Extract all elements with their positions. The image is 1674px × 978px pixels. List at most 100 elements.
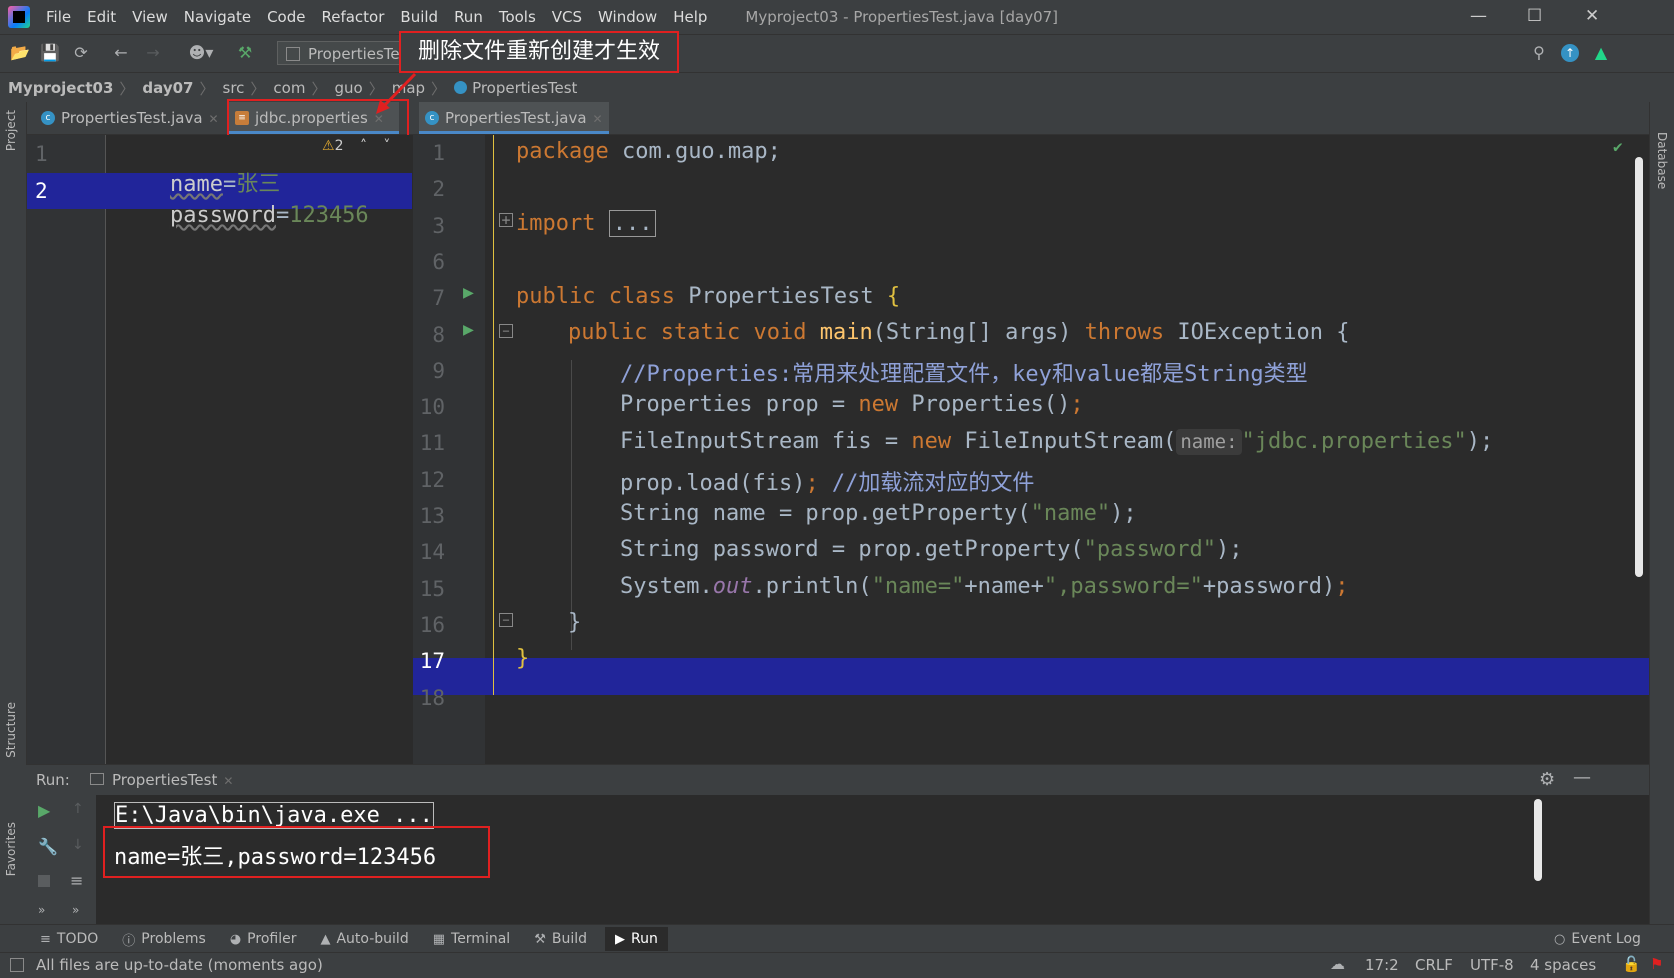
terminal-icon: ▦ [432,931,446,947]
stop-icon[interactable] [38,875,50,887]
file-encoding[interactable]: UTF-8 [1470,956,1514,974]
update-icon[interactable]: ↑ [1561,44,1579,62]
run-configuration-select[interactable]: PropertiesTest [277,41,405,65]
run-tab-close-icon[interactable]: ✕ [223,774,233,788]
tab-profiler[interactable]: ◕ Profiler [230,931,297,947]
scroll-down-icon[interactable]: ↓ [72,837,84,853]
inspection-ok-icon[interactable]: ✔ [1613,137,1623,156]
menu-view[interactable]: View [132,8,168,26]
menu-tools[interactable]: Tools [499,8,536,26]
tab-close-icon[interactable]: ✕ [209,112,219,126]
prev-highlight-icon[interactable]: ˄ [360,138,367,154]
property-line-password: password=123456 [117,178,369,253]
breadcrumb-module[interactable]: day07 [134,79,199,97]
menu-vcs[interactable]: VCS [552,8,582,26]
database-tool-button[interactable]: Database [1655,132,1669,189]
menu-help[interactable]: Help [673,8,707,26]
fold-icon[interactable]: + [499,213,513,228]
fold-icon[interactable]: − [499,324,513,338]
maximize-icon[interactable]: ☐ [1527,6,1542,26]
indent-setting[interactable]: 4 spaces [1530,956,1596,974]
project-tool-button[interactable]: Project [4,110,18,151]
java-editor[interactable]: 1 2 3 6 7 8 9 10 11 12 13 14 15 16 17 18 ▶ ▶ + − − pack… [413,135,1649,764]
save-icon[interactable]: 💾 [40,44,60,62]
minimize-icon[interactable]: — [1470,6,1487,26]
method-name: main [819,320,873,345]
tab-todo[interactable]: ≡ TODO [40,931,98,947]
search-everywhere-icon[interactable]: ⚲ [1530,44,1548,62]
line-separator[interactable]: CRLF [1415,956,1453,974]
menu-window[interactable]: Window [598,8,657,26]
keyword: throws [1084,320,1165,345]
breadcrumb-class[interactable]: PropertiesTest [446,79,583,97]
menu-file[interactable]: File [46,8,71,26]
forward-arrow-icon[interactable]: → [144,44,162,62]
fold-icon[interactable]: − [499,613,513,627]
run-tab[interactable]: PropertiesTest ✕ [90,771,233,789]
inspector-icon[interactable]: ⚑ [1650,955,1663,973]
scroll-up-icon[interactable]: ↑ [72,801,84,817]
code-text: com.guo.map; [608,139,781,164]
folded-imports[interactable]: ... [608,210,657,237]
menu-code[interactable]: Code [267,8,305,26]
menu-navigate[interactable]: Navigate [184,8,251,26]
run-main-icon[interactable]: ▶ [463,319,474,340]
close-icon[interactable]: ✕ [1585,6,1599,26]
rerun-icon[interactable]: ▶ [38,801,50,820]
code-line-9: //Properties:常用来处理配置文件，key和value都是String… [620,356,1308,388]
code-text: prop.load(fis) [620,471,806,496]
inspection-widget[interactable]: ⚠2 ˄ ˅ [322,138,390,154]
keyword: public [516,284,596,309]
tab-propertiestest-left[interactable]: c PropertiesTest.java ✕ [35,102,220,134]
sync-icon[interactable]: ⟳ [72,44,90,62]
editor-scrollbar[interactable] [1635,157,1643,577]
build-hammer-icon[interactable]: ⚒ [236,44,254,62]
tab-close-icon[interactable]: ✕ [593,112,603,126]
tab-label: Build [551,931,587,947]
tab-build[interactable]: ⚒ Build [534,931,587,947]
more-icon[interactable]: » [38,903,45,917]
menu-edit[interactable]: Edit [87,8,116,26]
console-scrollbar[interactable] [1534,799,1542,881]
more-icon[interactable]: » [72,903,79,917]
wrench-icon[interactable]: 🔧 [38,837,58,856]
favorites-tool-button[interactable]: Favorites [4,822,18,876]
settings-gear-icon[interactable]: ⚙ [1539,769,1555,790]
code-text: IOException { [1164,320,1350,345]
tab-auto-build[interactable]: ▲ Auto-build [320,931,408,947]
menu-refactor[interactable]: Refactor [321,8,384,26]
status-toggle-icon[interactable] [10,958,24,972]
menu-run[interactable]: Run [454,8,483,26]
keyword: class [608,284,675,309]
status-network-icon[interactable]: ☁ [1330,955,1345,973]
soft-wrap-icon[interactable]: ≡ [70,871,83,890]
tab-problems[interactable]: ⓘ Problems [122,930,206,949]
keyword: public [568,320,648,345]
next-highlight-icon[interactable]: ˅ [383,138,390,154]
lock-icon[interactable]: 🔓 [1622,955,1641,973]
breadcrumb-com[interactable]: com [265,79,311,97]
hide-panel-icon[interactable]: — [1573,767,1591,788]
tab-terminal[interactable]: ▦ Terminal [433,931,510,947]
code-text: (String[] args) [872,320,1085,345]
plugin-icon[interactable]: ▲ [1592,44,1610,62]
highlight-box-output [103,826,490,878]
tab-run[interactable]: ▶ Run [605,927,668,951]
run-config-label: PropertiesTest [308,45,405,63]
keyword: void [753,320,807,345]
event-log-button[interactable]: ○ Event Log [1554,931,1641,947]
properties-editor[interactable]: 1 2 name=张三 password=123456 ⚠2 ˄ ˅ [27,135,412,764]
run-class-icon[interactable]: ▶ [463,282,474,303]
breadcrumb-guo[interactable]: guo [326,79,368,97]
line-number: 9 [432,358,445,383]
breadcrumb-project[interactable]: Myproject03 [0,79,119,97]
breadcrumb-src[interactable]: src [215,79,251,97]
user-dropdown-icon[interactable]: ☻▾ [186,44,216,62]
keyword: new [911,429,952,454]
tab-propertiestest-right[interactable]: c PropertiesTest.java ✕ [419,102,609,134]
menu-build[interactable]: Build [400,8,438,26]
open-folder-icon[interactable]: 📂 [10,44,30,62]
structure-tool-button[interactable]: Structure [4,702,18,758]
back-arrow-icon[interactable]: ← [112,44,130,62]
caret-position[interactable]: 17:2 [1365,956,1399,974]
